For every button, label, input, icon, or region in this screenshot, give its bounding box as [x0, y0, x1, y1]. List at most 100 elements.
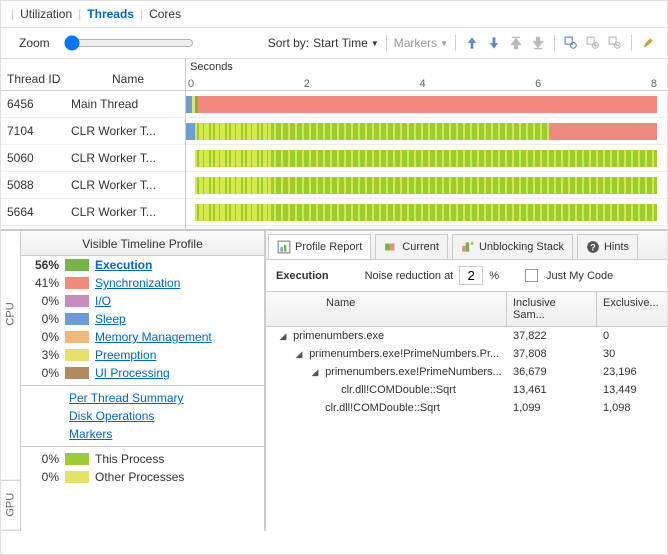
swatch	[65, 367, 89, 379]
divider: |	[140, 7, 143, 21]
just-my-code-checkbox[interactable]	[525, 269, 538, 282]
pct: 0%	[27, 366, 59, 380]
profile-row: 0%Sleep	[21, 310, 264, 328]
timeline: Thread ID Name 6456Main Thread7104CLR Wo…	[1, 59, 667, 231]
grid-row[interactable]: ◢ primenumbers.exe!PrimeNumbers...36,679…	[266, 363, 667, 381]
move-down-icon[interactable]	[485, 34, 503, 52]
thread-row[interactable]: 5088CLR Worker T...	[1, 172, 185, 199]
zoom-slider[interactable]	[64, 35, 194, 51]
grid-row[interactable]: clr.dll!COMDouble::Sqrt13,46113,449	[266, 381, 667, 399]
zoom-in-icon[interactable]	[584, 34, 602, 52]
current-icon	[384, 240, 398, 254]
profile-link[interactable]: Synchronization	[95, 276, 180, 290]
grid-header: Name Inclusive Sam... Exclusive...	[266, 292, 667, 327]
grid-row[interactable]: clr.dll!COMDouble::Sqrt 1,0991,098	[266, 399, 667, 417]
tab-label: Unblocking Stack	[479, 241, 564, 253]
row-inclusive: 37,822	[507, 330, 597, 342]
tab-hints[interactable]: ? Hints	[577, 234, 638, 259]
move-up-icon[interactable]	[463, 34, 481, 52]
lane-row[interactable]	[186, 145, 667, 172]
move-top-icon[interactable]	[507, 34, 525, 52]
tab-profile-report[interactable]: Profile Report	[268, 234, 371, 259]
thread-id: 5088	[1, 178, 61, 192]
gpu-label: Other Processes	[95, 470, 258, 484]
tick: 6	[535, 78, 541, 90]
zoom-label: Zoom	[11, 36, 50, 50]
expander-icon[interactable]: ◢	[276, 331, 290, 342]
col-name[interactable]: Name	[266, 292, 507, 326]
row-exclusive: 1,098	[597, 402, 667, 414]
tab-cores[interactable]: Cores	[149, 7, 181, 21]
side-blank	[1, 397, 20, 481]
row-name: clr.dll!COMDouble::Sqrt	[325, 402, 440, 414]
profile-sublink[interactable]: Markers	[69, 427, 112, 441]
profile-link[interactable]: UI Processing	[95, 366, 170, 380]
thread-row[interactable]: 5664CLR Worker T...	[1, 199, 185, 226]
tab-current[interactable]: Current	[375, 234, 448, 259]
col-inclusive[interactable]: Inclusive Sam...	[507, 292, 597, 326]
profile-link[interactable]: I/O	[95, 294, 111, 308]
grid-row[interactable]: ◢ primenumbers.exe37,8220	[266, 327, 667, 345]
tab-threads[interactable]: Threads	[87, 7, 134, 21]
profile-sublink[interactable]: Disk Operations	[69, 409, 154, 423]
move-bottom-icon[interactable]	[529, 34, 547, 52]
sortby-dropdown[interactable]: Start Time ▼	[313, 36, 379, 50]
thread-row[interactable]: 7104CLR Worker T...	[1, 118, 185, 145]
expander-icon[interactable]: ◢	[292, 349, 306, 360]
grid-row[interactable]: ◢ primenumbers.exe!PrimeNumbers.Pr...37,…	[266, 345, 667, 363]
tab-unblocking-stack[interactable]: Unblocking Stack	[452, 234, 573, 259]
divider: |	[78, 7, 81, 21]
row-name: clr.dll!COMDouble::Sqrt	[341, 384, 456, 396]
row-name: primenumbers.exe!PrimeNumbers...	[325, 366, 502, 378]
profile-panel: CPU GPU Visible Timeline Profile 56%Exec…	[1, 231, 266, 531]
noise-label: Noise reduction at	[365, 270, 454, 282]
thread-row[interactable]: 6456Main Thread	[1, 91, 185, 118]
swatch	[65, 331, 89, 343]
thread-list: Thread ID Name 6456Main Thread7104CLR Wo…	[1, 59, 186, 229]
lane-row[interactable]	[186, 199, 667, 226]
pct: 0%	[27, 330, 59, 344]
expander-icon[interactable]: ◢	[308, 367, 322, 378]
report-tabs: Profile Report Current Unblocking Stack …	[266, 231, 667, 260]
zoom-reset-icon[interactable]	[562, 34, 580, 52]
view-tabs: | Utilization | Threads | Cores	[1, 1, 667, 28]
gpu-label: This Process	[95, 452, 258, 466]
profile-link[interactable]: Preemption	[95, 348, 156, 362]
header-thread-name: Name	[71, 72, 185, 86]
row-inclusive: 1,099	[507, 402, 597, 414]
col-exclusive[interactable]: Exclusive...	[597, 292, 667, 326]
pct: 0%	[27, 294, 59, 308]
thread-id: 5060	[1, 151, 61, 165]
row-name: primenumbers.exe!PrimeNumbers.Pr...	[309, 348, 499, 360]
tick: 2	[304, 78, 310, 90]
divider	[21, 446, 264, 447]
tab-utilization[interactable]: Utilization	[20, 7, 72, 21]
divider	[455, 35, 456, 51]
lane-row[interactable]	[186, 118, 667, 145]
tick: 0	[188, 78, 194, 90]
profile-link[interactable]: Memory Management	[95, 330, 212, 344]
gpu-row: 0%This Process	[21, 450, 264, 468]
timeline-lanes[interactable]: Seconds 02468	[186, 59, 667, 229]
tab-label: Hints	[604, 241, 629, 253]
row-exclusive: 30	[597, 348, 667, 360]
row-inclusive: 13,461	[507, 384, 597, 396]
noise-input[interactable]	[459, 266, 483, 285]
divider	[631, 35, 632, 51]
swatch	[65, 259, 89, 271]
highlight-icon[interactable]	[639, 34, 657, 52]
lane-row[interactable]	[186, 91, 667, 118]
stack-icon	[461, 240, 475, 254]
pct-label: %	[489, 270, 499, 282]
sortby-label: Sort by:	[268, 36, 309, 50]
markers-dropdown[interactable]: Markers ▼	[394, 36, 448, 50]
zoom-out-icon[interactable]	[606, 34, 624, 52]
report-icon	[277, 240, 291, 254]
profile-link[interactable]: Execution	[95, 258, 152, 272]
thread-row[interactable]: 5060CLR Worker T...	[1, 145, 185, 172]
profile-link[interactable]: Sleep	[95, 312, 126, 326]
profile-sublink[interactable]: Per Thread Summary	[69, 391, 184, 405]
lane-row[interactable]	[186, 172, 667, 199]
gpu-row: 0%Other Processes	[21, 468, 264, 486]
svg-text:?: ?	[590, 243, 596, 253]
